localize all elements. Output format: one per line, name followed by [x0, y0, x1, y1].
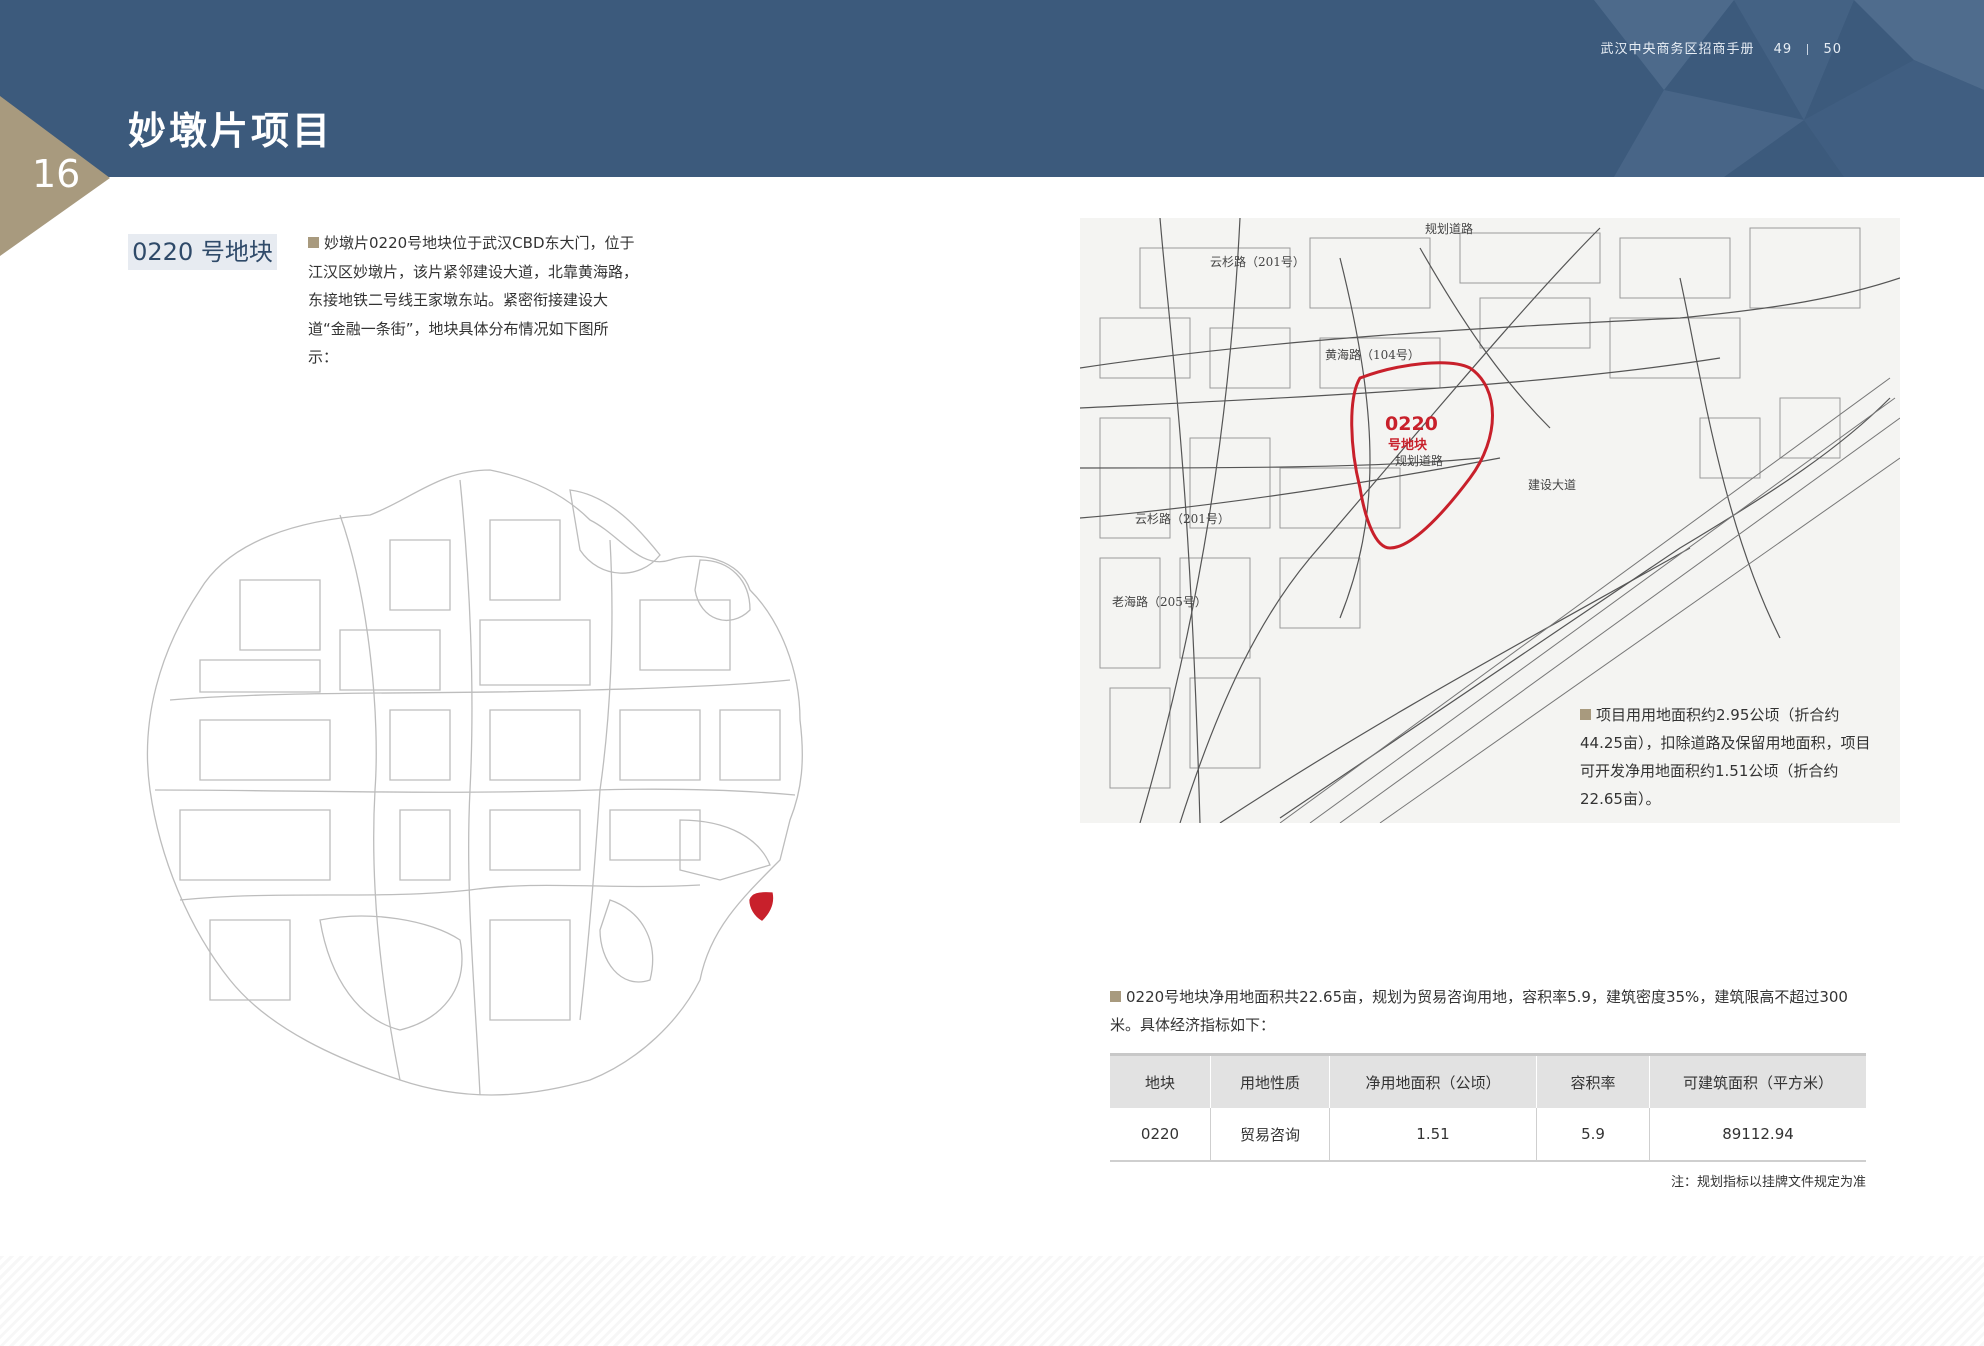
- road-label-205: 老海路（205号）: [1112, 595, 1207, 609]
- table-row: 0220 贸易咨询 1.51 5.9 89112.94: [1110, 1108, 1866, 1162]
- table-header-cell: 净用地面积（公顷）: [1329, 1053, 1537, 1108]
- table-header-cell: 地块: [1110, 1053, 1211, 1108]
- road-label-planned-north: 规划道路: [1425, 222, 1474, 236]
- district-overview-map: [146, 469, 803, 1096]
- page-title: 妙墩片项目: [128, 109, 334, 153]
- site-area-note: 项目用用地面积约2.95公顷（折合约44.25亩），扣除道路及保留用地面积，项目…: [1580, 701, 1880, 813]
- plot-0220-marker: [749, 892, 774, 921]
- road-label-yunshan-north: 云杉路（201号）: [1210, 255, 1305, 269]
- footer-pattern-band: [0, 1256, 1984, 1346]
- page-number-right: 50: [1823, 42, 1842, 57]
- page-number-left: 49: [1773, 42, 1793, 57]
- economic-indicators-intro: 0220号地块净用地面积共22.65亩，规划为贸易咨询用地，容积率5.9，建筑密…: [1110, 983, 1870, 1039]
- economic-indicators-intro-text: 0220号地块净用地面积共22.65亩，规划为贸易咨询用地，容积率5.9，建筑密…: [1110, 988, 1848, 1034]
- road-label-jianshe: 建设大道: [1528, 478, 1577, 492]
- table-cell: 0220: [1110, 1108, 1211, 1162]
- road-label-planned-mid: 规划道路: [1395, 454, 1444, 468]
- plot-subheading: 0220 号地块: [128, 234, 277, 270]
- table-cell: 贸易咨询: [1210, 1108, 1330, 1162]
- intro-paragraph: 妙墩片0220号地块位于武汉CBD东大门，位于江汉区妙墩片，该片紧邻建设大道，北…: [308, 229, 638, 372]
- table-cell: 1.51: [1329, 1108, 1537, 1162]
- page-header: 武汉中央商务区招商手册 49 50 妙墩片项目: [0, 0, 1984, 177]
- road-label-huanghai: 黄海路（104号）: [1325, 348, 1420, 362]
- document-title-text: 武汉中央商务区招商手册: [1600, 42, 1755, 57]
- plot-label-text: 号地块: [1388, 438, 1428, 453]
- table-cell: 89112.94: [1649, 1108, 1866, 1162]
- bullet-square-icon: [1580, 709, 1591, 720]
- road-label-yunshan-south: 云杉路（201号）: [1135, 512, 1230, 526]
- header-geometric-pattern: [1594, 0, 1984, 177]
- table-header-cell: 用地性质: [1210, 1053, 1330, 1108]
- table-header-cell: 可建筑面积（平方米）: [1649, 1053, 1866, 1108]
- economic-indicators-table: 地块 用地性质 净用地面积（公顷） 容积率 可建筑面积（平方米） 0220 贸易…: [1110, 1053, 1866, 1162]
- table-header-row: 地块 用地性质 净用地面积（公顷） 容积率 可建筑面积（平方米）: [1110, 1053, 1866, 1108]
- page-separator: [1807, 44, 1809, 55]
- site-area-note-text: 项目用用地面积约2.95公顷（折合约44.25亩），扣除道路及保留用地面积，项目…: [1580, 706, 1871, 808]
- plot-label-number: 0220: [1385, 413, 1438, 435]
- table-header-cell: 容积率: [1536, 1053, 1650, 1108]
- table-cell: 5.9: [1536, 1108, 1650, 1162]
- bullet-square-icon: [1110, 991, 1121, 1002]
- table-footnote: 注：规划指标以挂牌文件规定为准: [1670, 1175, 1866, 1190]
- intro-text: 妙墩片0220号地块位于武汉CBD东大门，位于江汉区妙墩片，该片紧邻建设大道，北…: [308, 234, 639, 366]
- document-title: 武汉中央商务区招商手册 49 50: [1600, 38, 1842, 57]
- section-number: 16: [32, 152, 81, 196]
- bullet-square-icon: [308, 237, 319, 248]
